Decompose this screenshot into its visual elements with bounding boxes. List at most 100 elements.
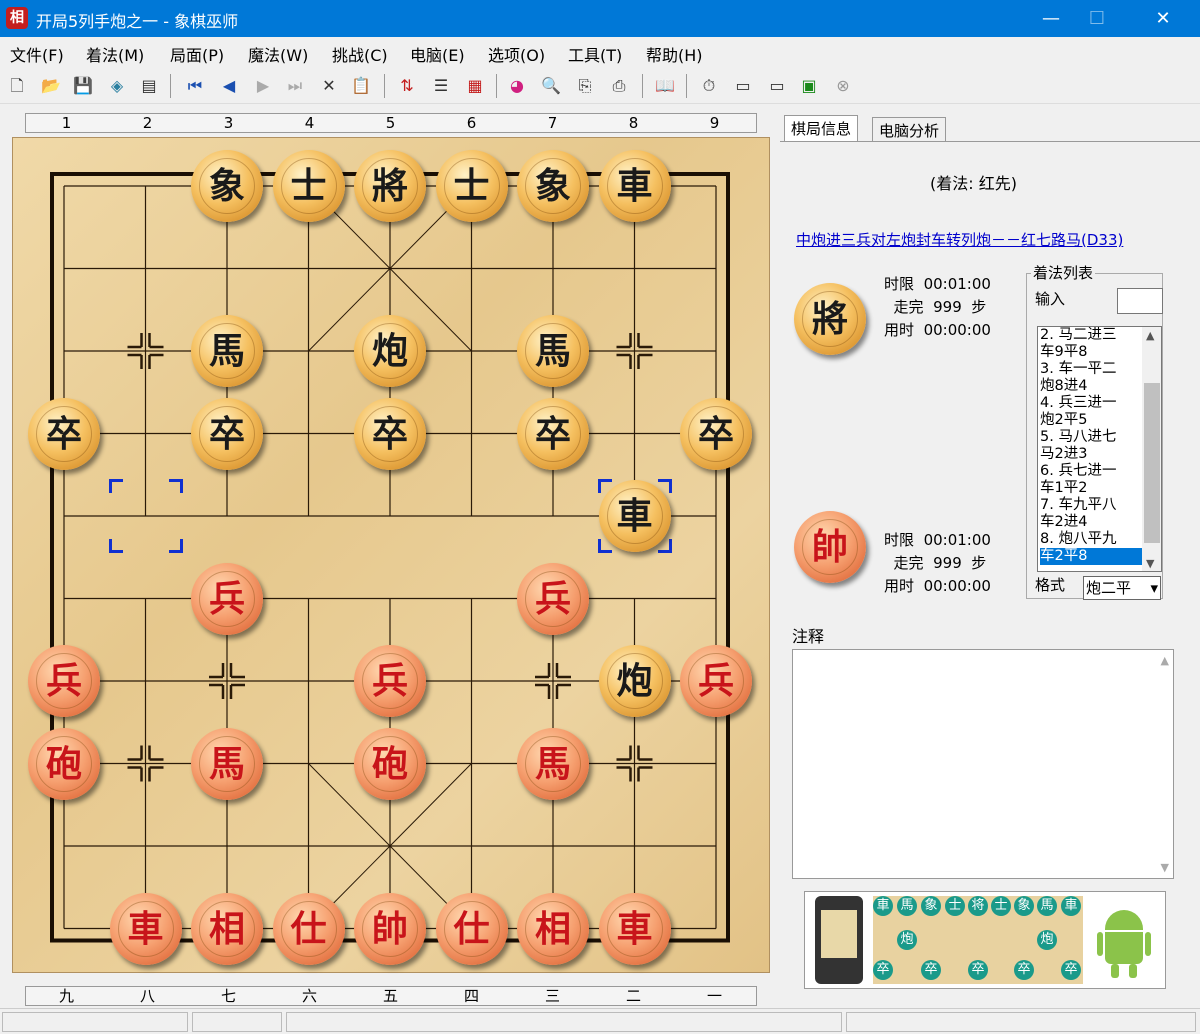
save-icon[interactable]: 💾 [72, 75, 94, 97]
new-icon[interactable]: 🗋 [6, 75, 28, 97]
open-icon[interactable]: 📂 [40, 75, 62, 97]
menu-moves[interactable]: 着法(M) [86, 42, 144, 66]
menu-magic[interactable]: 魔法(W) [248, 42, 308, 66]
move-item[interactable]: 车2进4 [1040, 514, 1142, 531]
black-piece[interactable]: 炮 [354, 315, 426, 387]
save-as-icon[interactable]: ◈ [106, 75, 128, 97]
red-piece[interactable]: 馬 [191, 727, 263, 800]
opening-link[interactable]: 中炮进三兵对左炮封车转列炮－－红七路马(D33) [796, 229, 1123, 250]
flip-icon[interactable]: ⇅ [396, 75, 418, 97]
scroll-up-icon[interactable]: ▲ [1161, 654, 1169, 667]
red-piece[interactable]: 車 [598, 892, 671, 965]
engine1-icon[interactable]: ▭ [732, 75, 754, 97]
red-piece[interactable]: 砲 [28, 727, 100, 800]
scroll-thumb[interactable] [1144, 383, 1160, 543]
black-piece[interactable]: 士 [272, 150, 345, 222]
piece-character: 兵 [697, 660, 734, 702]
maximize-button[interactable]: ☐ [1074, 0, 1120, 37]
menu-tools[interactable]: 工具(T) [568, 42, 622, 66]
move-item[interactable]: 5. 马八进七 [1040, 429, 1142, 446]
red-piece[interactable]: 馬 [517, 727, 589, 800]
search-board-icon[interactable]: 🔍 [540, 75, 562, 97]
move-input[interactable] [1117, 288, 1163, 314]
move-item[interactable]: 8. 炮八平九 [1040, 531, 1142, 548]
scroll-down-icon[interactable]: ▼ [1146, 557, 1154, 570]
move-item[interactable]: 2. 马二进三 [1040, 327, 1142, 344]
move-list-scrollbar[interactable]: ▲ ▼ [1142, 327, 1161, 571]
red-piece[interactable]: 兵 [354, 645, 426, 717]
red-piece[interactable]: 兵 [28, 645, 100, 717]
close-button[interactable]: ✕ [1140, 0, 1186, 37]
black-piece[interactable]: 將 [354, 150, 426, 222]
menu-position[interactable]: 局面(P) [170, 42, 224, 66]
scroll-down-icon[interactable]: ▼ [1161, 861, 1169, 874]
black-piece[interactable]: 卒 [680, 397, 752, 470]
scroll-up-icon[interactable]: ▲ [1146, 329, 1154, 342]
minimize-button[interactable]: — [1028, 0, 1074, 37]
move-item[interactable]: 马2进3 [1040, 446, 1142, 463]
move-item[interactable]: 车1平2 [1040, 480, 1142, 497]
black-piece[interactable]: 卒 [191, 397, 263, 470]
black-piece[interactable]: 卒 [354, 397, 426, 470]
black-piece[interactable]: 車 [598, 150, 671, 222]
timer-icon[interactable]: ⏱ [698, 75, 720, 97]
tree-icon[interactable]: ☰ [430, 75, 452, 97]
move-item[interactable]: 车9平8 [1040, 344, 1142, 361]
red-piece[interactable]: 兵 [680, 645, 752, 717]
menu-help[interactable]: 帮助(H) [646, 42, 703, 66]
move-item[interactable]: 4. 兵三进一 [1040, 395, 1142, 412]
color-wheel-icon[interactable]: ◕ [506, 75, 528, 97]
black-piece[interactable]: 象 [517, 150, 589, 222]
last-move-icon[interactable]: ⏭ [284, 75, 306, 97]
black-piece[interactable]: 象 [191, 150, 263, 222]
stop-icon[interactable]: ⊗ [832, 75, 854, 97]
chess-board[interactable]: 象士將士象車馬炮馬卒卒卒卒卒車炮兵兵兵兵兵砲馬砲馬車相仕帥仕相車 [12, 137, 770, 973]
tab-computer-analysis[interactable]: 电脑分析 [872, 117, 947, 141]
menu-file[interactable]: 文件(F) [10, 42, 64, 66]
red-piece[interactable]: 相 [517, 892, 589, 965]
black-piece[interactable]: 炮 [598, 645, 671, 717]
print-icon[interactable]: ⎙ [608, 75, 630, 97]
move-item-selected[interactable]: 车2平8 [1040, 548, 1142, 565]
red-piece[interactable]: 仕 [272, 892, 345, 965]
black-piece[interactable]: 卒 [28, 397, 100, 470]
menu-challenge[interactable]: 挑战(C) [332, 42, 388, 66]
chart-icon[interactable]: ▣ [798, 75, 820, 97]
calculator-icon[interactable]: ▦ [464, 75, 486, 97]
red-piece[interactable]: 砲 [354, 727, 426, 800]
black-piece[interactable]: 馬 [517, 315, 589, 387]
red-piece[interactable]: 兵 [191, 562, 263, 635]
black-piece[interactable]: 卒 [517, 397, 589, 470]
first-move-icon[interactable]: ⏮ [184, 75, 206, 97]
red-piece[interactable]: 兵 [517, 562, 589, 635]
red-piece[interactable]: 相 [191, 892, 263, 965]
engine2-icon[interactable]: ▭ [766, 75, 788, 97]
black-piece[interactable]: 士 [435, 150, 508, 222]
move-item[interactable]: 6. 兵七进一 [1040, 463, 1142, 480]
menu-computer[interactable]: 电脑(E) [410, 42, 465, 66]
menu-options[interactable]: 选项(O) [488, 42, 545, 66]
file-number: 6 [466, 114, 477, 132]
red-piece[interactable]: 車 [109, 892, 182, 965]
black-piece[interactable]: 車 [598, 480, 671, 552]
move-item[interactable]: 炮8进4 [1040, 378, 1142, 395]
move-item[interactable]: 炮2平5 [1040, 412, 1142, 429]
tab-game-info[interactable]: 棋局信息 [784, 115, 859, 141]
next-move-icon[interactable]: ▶ [252, 75, 274, 97]
properties-icon[interactable]: ▤ [138, 75, 160, 97]
move-list[interactable]: 2. 马二进三 车9平8 3. 车一平二 炮8进4 4. 兵三进一 炮2平5 5… [1037, 326, 1162, 572]
move-item[interactable]: 7. 车九平八 [1040, 497, 1142, 514]
paste-icon[interactable]: 📋 [350, 75, 372, 97]
export-icon[interactable]: ⎘ [574, 75, 596, 97]
time-used-value: 00:00:00 [923, 321, 991, 339]
red-piece[interactable]: 帥 [354, 892, 426, 965]
black-piece[interactable]: 馬 [191, 315, 263, 387]
book-icon[interactable]: 📖 [654, 75, 676, 97]
notes-textarea[interactable]: ▲ ▼ [792, 649, 1174, 879]
red-piece[interactable]: 仕 [435, 892, 508, 965]
android-ad-banner[interactable]: 車馬象士将士象馬車 炮炮 卒卒卒卒卒 [804, 891, 1166, 989]
format-select[interactable]: 炮二平 ▾ [1083, 576, 1161, 600]
prev-move-icon[interactable]: ◀ [218, 75, 240, 97]
move-item[interactable]: 3. 车一平二 [1040, 361, 1142, 378]
delete-icon[interactable]: ✕ [318, 75, 340, 97]
